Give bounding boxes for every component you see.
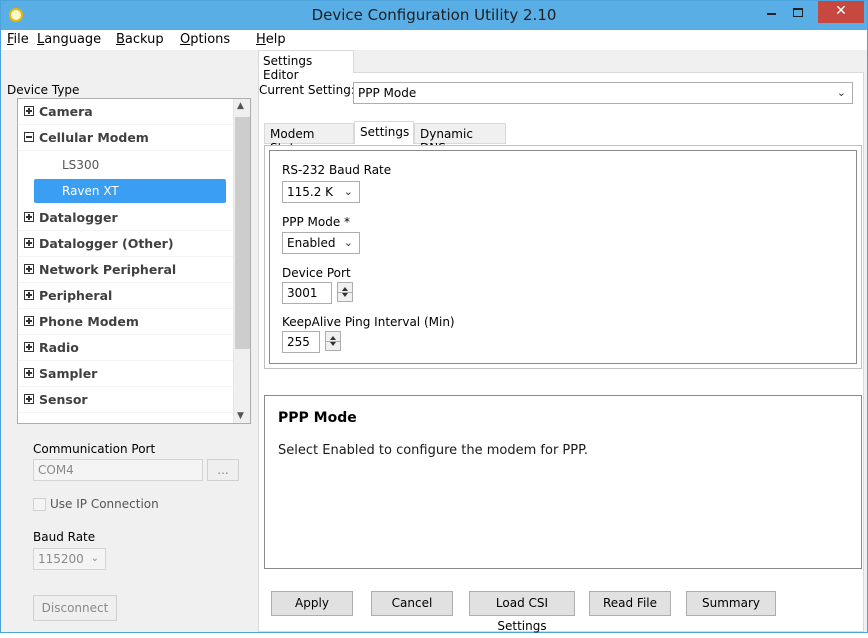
- read-file-button[interactable]: Read File: [589, 591, 671, 616]
- expand-icon[interactable]: [24, 316, 34, 326]
- device-type-tree[interactable]: Camera Cellular Modem LS300 Raven XT Dat…: [17, 98, 251, 424]
- help-title: PPP Mode: [278, 410, 357, 426]
- current-setting-label: Current Setting:: [259, 83, 355, 97]
- tree-item-sampler[interactable]: Sampler: [18, 361, 234, 387]
- scroll-up-icon[interactable]: ▲: [237, 101, 244, 111]
- tab-modem-status[interactable]: Modem Status: [264, 123, 354, 155]
- browse-port-button[interactable]: ...: [207, 459, 239, 481]
- expand-icon[interactable]: [24, 264, 34, 274]
- menu-bar: File Language Backup Options Help: [1, 30, 867, 50]
- rs232-baud-select[interactable]: 115.2 K ⌄: [282, 181, 360, 203]
- expand-icon[interactable]: [24, 368, 34, 378]
- keepalive-label: KeepAlive Ping Interval (Min): [282, 315, 455, 329]
- maximize-icon[interactable]: [793, 8, 803, 17]
- tree-item-radio[interactable]: Radio: [18, 335, 234, 361]
- keepalive-input[interactable]: 255: [282, 331, 320, 353]
- tree-item-raven-xt[interactable]: Raven XT: [34, 179, 226, 203]
- device-port-stepper[interactable]: [337, 282, 353, 302]
- tree-scrollbar[interactable]: ▲ ▼: [233, 99, 250, 423]
- cancel-button[interactable]: Cancel: [371, 591, 453, 616]
- apply-button[interactable]: Apply: [271, 591, 353, 616]
- tree-item-phone-modem[interactable]: Phone Modem: [18, 309, 234, 335]
- tab-dynamic-dns[interactable]: Dynamic DNS: [414, 123, 506, 155]
- comm-port-field[interactable]: COM4: [33, 459, 203, 481]
- close-button[interactable]: ✕: [818, 1, 864, 23]
- tree-item-ls300[interactable]: LS300: [34, 153, 226, 177]
- title-bar[interactable]: Device Configuration Utility 2.10 ✕: [1, 1, 867, 30]
- tree-item-sensor[interactable]: Sensor: [18, 387, 234, 413]
- tree-item-peripheral[interactable]: Peripheral: [18, 283, 234, 309]
- menu-language[interactable]: Language: [37, 32, 101, 47]
- expand-icon[interactable]: [24, 106, 34, 116]
- ppp-mode-label: PPP Mode *: [282, 215, 351, 229]
- subtab-strip: Modem Status Settings Dynamic DNS: [264, 121, 514, 155]
- device-type-label: Device Type: [7, 83, 80, 97]
- arrow-down-icon[interactable]: [330, 342, 336, 346]
- arrow-up-icon[interactable]: [342, 287, 348, 291]
- tab-settings-editor[interactable]: Settings Editor: [258, 50, 354, 82]
- current-setting-select[interactable]: PPP Mode ⌄: [353, 82, 853, 104]
- help-text: Select Enabled to configure the modem fo…: [278, 443, 589, 458]
- arrow-up-icon[interactable]: [330, 336, 336, 340]
- minimize-icon[interactable]: [767, 13, 776, 15]
- settings-editor-tab-panel: Current Setting: PPP Mode ⌄ Modem Status…: [258, 72, 864, 633]
- app-window: Device Configuration Utility 2.10 ✕ File…: [0, 0, 868, 633]
- tree-item-cellular-modem[interactable]: Cellular Modem: [18, 125, 234, 151]
- baud-rate-select[interactable]: 115200 ⌄: [33, 548, 106, 570]
- settings-panel: RS-232 Baud Rate 115.2 K ⌄ PPP Mode * En…: [264, 145, 862, 369]
- chevron-down-icon: ⌄: [343, 236, 353, 249]
- menu-backup[interactable]: Backup: [116, 32, 164, 47]
- menu-options[interactable]: Options: [180, 32, 230, 47]
- expand-icon[interactable]: [24, 342, 34, 352]
- collapse-icon[interactable]: [24, 132, 34, 142]
- tree-item-network-peripheral[interactable]: Network Peripheral: [18, 257, 234, 283]
- device-port-input[interactable]: 3001: [282, 282, 332, 304]
- chevron-down-icon: ⌄: [836, 86, 846, 99]
- rs232-baud-label: RS-232 Baud Rate: [282, 163, 392, 177]
- device-port-label: Device Port: [282, 266, 351, 280]
- use-ip-label: Use IP Connection: [50, 497, 159, 511]
- window-title: Device Configuration Utility 2.10: [311, 6, 557, 24]
- summary-button[interactable]: Summary: [686, 591, 776, 616]
- comm-port-label: Communication Port: [33, 442, 156, 456]
- right-panel: Current Setting: PPP Mode ⌄ Modem Status…: [253, 50, 867, 633]
- expand-icon[interactable]: [24, 212, 34, 222]
- load-csi-settings-button[interactable]: Load CSI Settings: [469, 591, 575, 633]
- menu-file[interactable]: File: [7, 32, 29, 47]
- use-ip-checkbox[interactable]: [33, 498, 46, 511]
- disconnect-button[interactable]: Disconnect: [33, 595, 117, 621]
- tree-item-camera[interactable]: Camera: [18, 99, 234, 125]
- menu-help[interactable]: Help: [256, 32, 286, 47]
- tab-settings[interactable]: Settings: [354, 121, 414, 144]
- help-panel: PPP Mode Select Enabled to configure the…: [264, 395, 862, 569]
- baud-rate-label: Baud Rate: [33, 530, 96, 544]
- expand-icon[interactable]: [24, 290, 34, 300]
- chevron-down-icon: ⌄: [90, 553, 99, 564]
- expand-icon[interactable]: [24, 394, 34, 404]
- tree-item-datalogger-other[interactable]: Datalogger (Other): [18, 231, 234, 257]
- keepalive-stepper[interactable]: [325, 331, 341, 351]
- scrollbar-thumb[interactable]: [235, 117, 250, 349]
- ppp-mode-select[interactable]: Enabled ⌄: [282, 232, 360, 254]
- expand-icon[interactable]: [24, 238, 34, 248]
- scroll-down-icon[interactable]: ▼: [237, 411, 244, 421]
- arrow-down-icon[interactable]: [342, 293, 348, 297]
- chevron-down-icon: ⌄: [343, 185, 353, 198]
- tree-item-datalogger[interactable]: Datalogger: [18, 205, 234, 231]
- settings-panel-inner: RS-232 Baud Rate 115.2 K ⌄ PPP Mode * En…: [269, 150, 857, 364]
